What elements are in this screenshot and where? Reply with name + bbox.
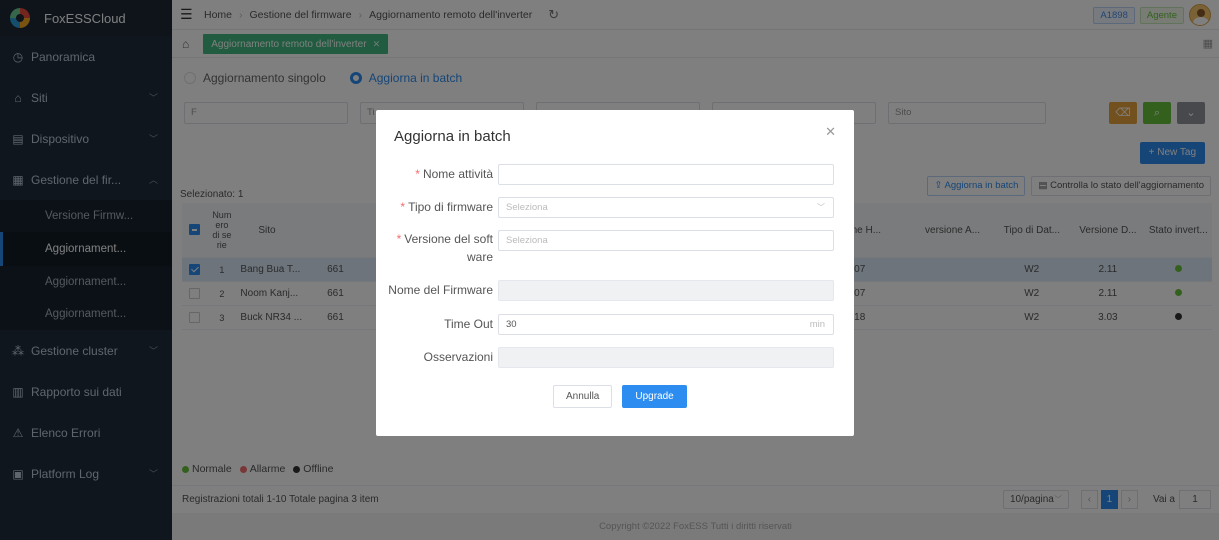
batch-upgrade-dialog: Aggiorna in batch ✕ * Nome attività * Tipo… [376,110,854,436]
cancel-button[interactable]: Annulla [553,385,613,408]
upgrade-button[interactable]: Upgrade [622,385,687,408]
field-timeout: Time Out 30 min [376,314,854,335]
software-version-select[interactable]: Seleziona [498,230,834,251]
required-icon: * [415,167,420,181]
label-text: Tipo di firmware [408,200,493,214]
close-icon[interactable]: ✕ [825,124,836,140]
firmware-name-input [498,280,834,301]
field-sw-version: * Versione del soft ware Seleziona [376,230,854,266]
field-label: Osservazioni [423,350,493,364]
notes-input [498,347,834,368]
chevron-down-icon: ﹀ [817,203,825,212]
firmware-type-select[interactable]: Seleziona ﹀ [498,197,834,218]
timeout-value: 30 [506,319,517,330]
dialog-title: Aggiorna in batch [394,128,511,145]
field-label: Time Out [444,317,493,331]
select-placeholder: Seleziona [506,202,548,213]
field-label: * Nome attività [376,164,498,184]
task-name-input[interactable] [498,164,834,185]
timeout-unit: min [809,319,825,330]
field-fw-type: * Tipo di firmware Seleziona ﹀ [376,197,854,218]
label-text: Versione del soft ware [404,232,493,264]
field-task-name: * Nome attività [376,164,854,185]
dialog-buttons: Annulla Upgrade [553,385,697,408]
required-icon: * [400,200,406,214]
timeout-input[interactable]: 30 min [498,314,834,335]
label-text: Nome attività [422,167,493,181]
field-label: Nome del Firmware [388,283,493,297]
select-placeholder: Seleziona [506,235,548,246]
required-icon: * [396,232,402,246]
field-notes: Osservazioni [376,347,854,368]
field-label: * Versione del soft ware [376,230,498,266]
field-label: * Tipo di firmware [376,197,498,217]
field-fw-name: Nome del Firmware [376,280,854,301]
